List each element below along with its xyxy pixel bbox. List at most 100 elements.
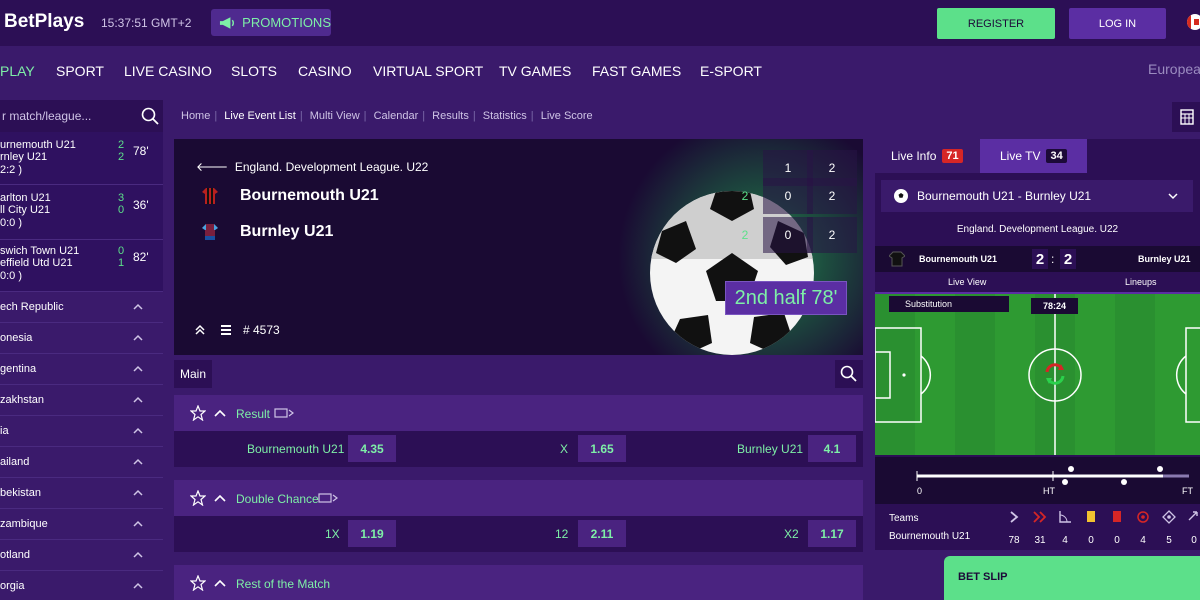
- country-item[interactable]: otland: [0, 540, 163, 571]
- pitch-lines: [875, 294, 1200, 455]
- breadcrumb-calendar[interactable]: Calendar: [374, 110, 419, 122]
- nav-item-live-casino[interactable]: LIVE CASINO: [124, 63, 212, 79]
- stat-value: 5: [1166, 535, 1172, 546]
- nav-item-slots[interactable]: SLOTS: [231, 63, 277, 79]
- breadcrumb-live-event-list[interactable]: Live Event List: [224, 110, 296, 122]
- breadcrumb-separator: |: [299, 110, 303, 122]
- cashout-icon: [274, 408, 294, 418]
- live-match-item[interactable]: arlton U21 ll City U21 0:0 ) 3 0 36': [0, 185, 163, 240]
- sidebar: urnemouth U21 rnley U21 2:2 ) 2 2 78' ar…: [0, 100, 163, 600]
- nav-item-e-sport[interactable]: E-SPORT: [700, 63, 762, 79]
- chevron-up-icon[interactable]: [214, 578, 226, 588]
- odd-button[interactable]: 1.17: [808, 520, 856, 547]
- country-item[interactable]: orgia: [0, 571, 163, 600]
- breadcrumb-separator: |: [214, 110, 218, 122]
- market-title: Result: [236, 407, 271, 421]
- tab-live-info[interactable]: Live Info 71: [875, 139, 980, 173]
- live-match-item[interactable]: swich Town U21 effield Utd U21 0:0 ) 0 1…: [0, 240, 163, 292]
- home-period-score: 0: [763, 178, 813, 214]
- stat-value: 4: [1140, 535, 1146, 546]
- country-item[interactable]: ailand: [0, 447, 163, 478]
- live-info-panel: Live Info 71 Live TV 34 Bournemouth U21 …: [875, 139, 1200, 550]
- login-button[interactable]: LOG IN: [1069, 8, 1166, 39]
- odd-button[interactable]: 4.35: [348, 435, 396, 462]
- tab-live-tv[interactable]: Live TV 34: [980, 139, 1087, 173]
- nav-item-casino[interactable]: CASINO: [298, 63, 352, 79]
- market-header[interactable]: Double Chance: [174, 480, 863, 516]
- region-selector[interactable]: Europea: [1148, 61, 1200, 77]
- tab-lineups[interactable]: Lineups: [1125, 277, 1157, 287]
- odd-button[interactable]: 2.11: [578, 520, 626, 547]
- server-clock: 15:37:51 GMT+2: [101, 16, 192, 30]
- nav-item-tv-games[interactable]: TV GAMES: [499, 63, 571, 79]
- bet-slip-button[interactable]: BET SLIP: [944, 556, 1200, 600]
- nav-item-play[interactable]: PLAY: [0, 63, 35, 79]
- bet-slip-label: BET SLIP: [958, 571, 1008, 583]
- country-item[interactable]: zambique: [0, 509, 163, 540]
- breadcrumb-separator: |: [472, 110, 476, 122]
- breadcrumb-live-score[interactable]: Live Score: [541, 110, 593, 122]
- market-title: Rest of the Match: [236, 577, 331, 591]
- breadcrumb-multi-view[interactable]: Multi View: [310, 110, 360, 122]
- promotions-label: PROMOTIONS: [242, 15, 331, 30]
- nav-item-virtual-sport[interactable]: VIRTUAL SPORT: [373, 63, 483, 79]
- corner-icon: [1059, 511, 1071, 523]
- promotions-button[interactable]: PROMOTIONS: [211, 9, 331, 36]
- grid-icon[interactable]: [220, 324, 232, 336]
- register-button[interactable]: REGISTER: [937, 8, 1055, 39]
- selection-label: Bournemouth U21: [247, 442, 345, 456]
- breadcrumb-home[interactable]: Home: [181, 110, 210, 122]
- chevron-up-icon: [133, 458, 143, 465]
- match-search-input[interactable]: [0, 100, 130, 132]
- chevron-up-icon[interactable]: [214, 408, 226, 418]
- nav-item-fast-games[interactable]: FAST GAMES: [592, 63, 681, 79]
- stats-header: Teams: [889, 513, 919, 524]
- live-match-away: effield Utd U21: [0, 257, 73, 269]
- double-chevron-up-icon[interactable]: [194, 324, 206, 336]
- calendar-button[interactable]: [1172, 102, 1200, 132]
- selection-label: X2: [784, 527, 799, 541]
- match-select-dropdown[interactable]: Bournemouth U21 - Burnley U21: [881, 180, 1193, 212]
- star-icon[interactable]: [190, 575, 206, 591]
- event-id: # 4573: [243, 323, 280, 337]
- live-match-away-score: 2: [118, 151, 125, 163]
- market-search-button[interactable]: [835, 360, 863, 388]
- breadcrumb-results[interactable]: Results: [432, 110, 469, 122]
- country-item[interactable]: ech Republic: [0, 292, 163, 323]
- live-match-home: arlton U21: [0, 192, 51, 204]
- tab-live-view[interactable]: Live View: [948, 277, 986, 287]
- country-item[interactable]: ia: [0, 416, 163, 447]
- country-item[interactable]: onesia: [0, 323, 163, 354]
- nav-item-sport[interactable]: SPORT: [56, 63, 104, 79]
- market-header[interactable]: Result: [174, 395, 863, 431]
- event-league-name: England. Development League. U22: [234, 160, 429, 174]
- market-header[interactable]: Rest of the Match: [174, 565, 863, 600]
- football-image: [650, 191, 814, 355]
- search-icon: [840, 365, 857, 382]
- country-item[interactable]: zakhstan: [0, 385, 163, 416]
- arrow-left-icon[interactable]: 🡐: [196, 160, 228, 174]
- country-name: orgia: [0, 580, 25, 592]
- star-icon[interactable]: [190, 490, 206, 506]
- site-logo[interactable]: BetPlays: [4, 11, 84, 33]
- country-item[interactable]: bekistan: [0, 478, 163, 509]
- match-status-badge: 2nd half 78': [725, 281, 847, 315]
- odd-button[interactable]: 1.65: [578, 435, 626, 462]
- home-kit-icon: [202, 188, 218, 204]
- star-icon[interactable]: [190, 405, 206, 421]
- chevron-up-icon[interactable]: [214, 493, 226, 503]
- stat-value: 31: [1034, 535, 1046, 546]
- stat-value: 0: [1114, 535, 1120, 546]
- country-item[interactable]: gentina: [0, 354, 163, 385]
- football-graphic: [650, 191, 814, 353]
- country-name: zakhstan: [0, 394, 45, 406]
- search-icon[interactable]: [141, 107, 159, 125]
- live-info-count-badge: 71: [942, 149, 963, 163]
- odd-button[interactable]: 1.19: [348, 520, 396, 547]
- odd-button[interactable]: 4.1: [808, 435, 856, 462]
- tab-main[interactable]: Main: [174, 360, 212, 388]
- language-flag-icon[interactable]: [1187, 14, 1200, 30]
- live-match-home-score: 0: [118, 245, 125, 257]
- live-match-item[interactable]: urnemouth U21 rnley U21 2:2 ) 2 2 78': [0, 132, 163, 185]
- breadcrumb-statistics[interactable]: Statistics: [483, 110, 527, 122]
